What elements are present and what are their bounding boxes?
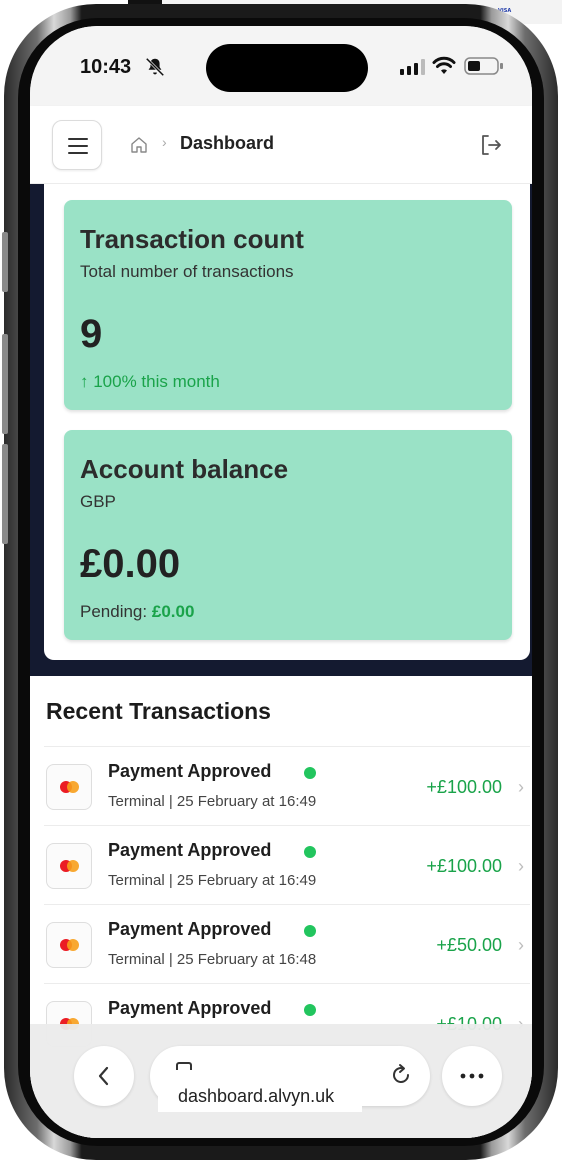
url-text[interactable]: dashboard.alvyn.uk: [158, 1080, 362, 1112]
app-header: › Dashboard: [30, 106, 532, 184]
status-time: 10:43: [80, 56, 132, 78]
transaction-amount: +£100.00: [426, 856, 502, 876]
breadcrumb-current: Dashboard: [180, 133, 275, 153]
transaction-title: Payment Approved: [108, 840, 272, 860]
transaction-source: Terminal: [108, 951, 165, 968]
pending-value: £0.00: [151, 602, 195, 621]
status-dot-icon: [304, 767, 316, 779]
home-icon[interactable]: [130, 136, 148, 154]
transaction-amount: +£50.00: [436, 935, 502, 955]
action-button: [2, 232, 8, 292]
status-dot-icon: [304, 1004, 316, 1016]
mastercard-icon: [46, 922, 92, 968]
dynamic-island: [206, 44, 368, 92]
reload-icon[interactable]: [388, 1062, 414, 1088]
transaction-meta: Terminal | 25 February at 16:49: [108, 872, 317, 889]
screen: 10:43 › Dashboard Transaction count Tota…: [30, 26, 532, 1138]
transaction-meta: Terminal | 25 February at 16:49: [108, 793, 317, 810]
battery-icon: [464, 57, 503, 75]
account-balance-card: Account balance GBP £0.00 Pending: £0.00: [64, 430, 512, 640]
trend-text: ↑ 100% this month: [80, 372, 220, 391]
status-dot-icon: [304, 846, 316, 858]
transaction-date: 25 February at 16:49: [176, 872, 317, 889]
more-dots-icon: [460, 1073, 484, 1079]
more-button[interactable]: [442, 1046, 502, 1106]
transaction-count-card: Transaction count Total number of transa…: [64, 200, 512, 410]
chevron-right-icon: ›: [518, 777, 524, 797]
transaction-source: Terminal: [108, 793, 165, 810]
card-title: Account balance: [80, 454, 289, 484]
transaction-row[interactable]: Payment Approved Terminal | 25 February …: [44, 825, 530, 904]
transaction-row[interactable]: Payment Approved Terminal | 25 February …: [44, 746, 530, 825]
card-subtitle: GBP: [80, 492, 116, 511]
transaction-row[interactable]: Payment Approved Terminal | 25 February …: [44, 904, 530, 983]
card-subtitle: Total number of transactions: [80, 262, 294, 281]
signal-icon: [400, 59, 425, 75]
transaction-source: Terminal: [108, 872, 165, 889]
volume-down-button: [2, 444, 8, 544]
back-button[interactable]: [74, 1046, 134, 1106]
mastercard-icon: [46, 764, 92, 810]
chevron-right-icon: ›: [518, 856, 524, 876]
pending-label: Pending:: [80, 602, 148, 621]
transaction-title: Payment Approved: [108, 919, 272, 939]
menu-icon-line: [68, 152, 88, 154]
phone-frame: 10:43 › Dashboard Transaction count Tota…: [2, 4, 558, 1160]
transaction-count-value: 9: [80, 312, 103, 356]
tabs-icon: [176, 1062, 192, 1070]
browser-toolbar: dashboard.alvyn.uk: [30, 1024, 532, 1138]
menu-icon-line: [68, 138, 88, 140]
pending-balance: Pending: £0.00: [80, 602, 194, 622]
volume-up-button: [2, 334, 8, 434]
chevron-left-icon: [98, 1066, 109, 1086]
bell-muted-icon: [145, 57, 165, 77]
transaction-date: 25 February at 16:48: [176, 951, 317, 968]
mastercard-icon: [46, 843, 92, 889]
menu-icon-line: [68, 145, 88, 147]
transaction-meta: Terminal | 25 February at 16:48: [108, 951, 317, 968]
card-title: Transaction count: [80, 224, 304, 254]
transaction-title: Payment Approved: [108, 761, 272, 781]
logout-icon[interactable]: [478, 132, 504, 158]
status-dot-icon: [304, 925, 316, 937]
chevron-right-icon: ›: [162, 134, 167, 150]
menu-button[interactable]: [52, 120, 102, 170]
transaction-title: Payment Approved: [108, 998, 272, 1018]
wifi-icon: [432, 56, 456, 74]
transaction-amount: +£100.00: [426, 777, 502, 797]
status-bar: 10:43: [30, 26, 532, 106]
chevron-right-icon: ›: [518, 935, 524, 955]
transaction-date: 25 February at 16:49: [176, 793, 317, 810]
section-title: Recent Transactions: [46, 698, 271, 724]
balance-value: £0.00: [80, 542, 181, 586]
